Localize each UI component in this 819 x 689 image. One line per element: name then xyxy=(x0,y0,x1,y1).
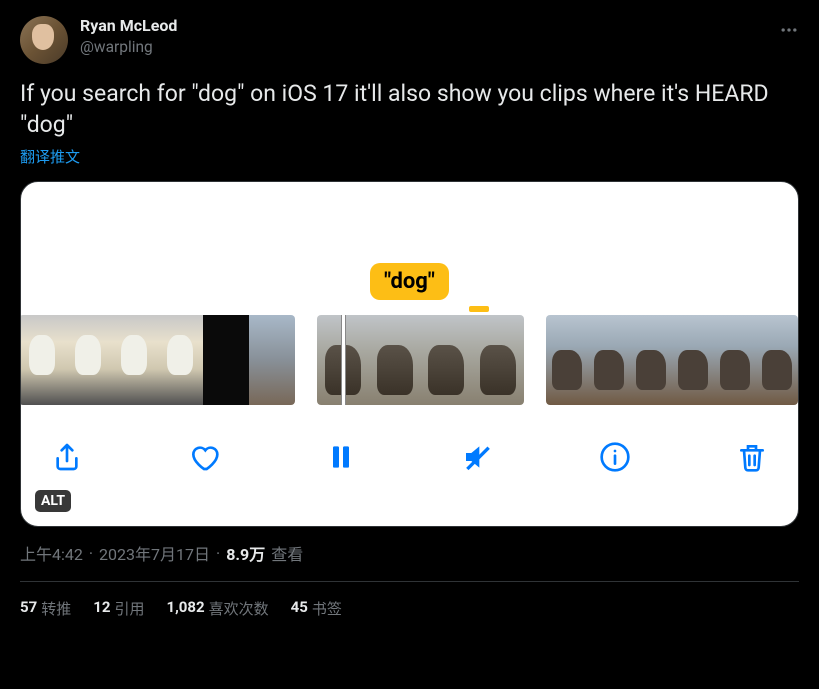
separator-dot: · xyxy=(89,544,93,563)
clip-group-1[interactable] xyxy=(20,315,295,405)
views-label: 查看 xyxy=(271,541,303,565)
share-icon[interactable] xyxy=(51,441,83,473)
alt-badge[interactable]: ALT xyxy=(35,490,71,512)
clip-frame xyxy=(203,315,249,405)
more-options-icon[interactable] xyxy=(779,16,799,44)
playhead[interactable] xyxy=(341,315,346,405)
tweet-text: If you search for "dog" on iOS 17 it'll … xyxy=(20,78,799,140)
quotes-count: 12 xyxy=(93,598,110,619)
clip-frame xyxy=(20,315,65,405)
meta-row: 上午4:42 · 2023年7月17日 · 8.9万 查看 xyxy=(20,541,799,565)
clip-group-3[interactable] xyxy=(546,315,798,405)
clip-frame xyxy=(249,315,295,405)
post-date[interactable]: 2023年7月17日 xyxy=(99,541,210,565)
views-count: 8.9万 xyxy=(226,541,265,565)
clip-frame xyxy=(420,315,472,405)
media-top-whitespace: "dog" xyxy=(21,182,798,312)
tweet-header: Ryan McLeod @warpling xyxy=(20,16,799,64)
translate-link[interactable]: 翻译推文 xyxy=(20,146,80,167)
post-time[interactable]: 上午4:42 xyxy=(20,541,83,565)
likes-count: 1,082 xyxy=(166,598,204,619)
mute-icon[interactable] xyxy=(462,441,494,473)
clip-frame xyxy=(157,315,203,405)
author-name-block[interactable]: Ryan McLeod @warpling xyxy=(80,16,767,57)
likes-stat[interactable]: 1,082 喜欢次数 xyxy=(166,598,268,619)
bookmarks-count: 45 xyxy=(291,598,308,619)
clip-group-2[interactable] xyxy=(317,315,525,405)
video-timeline[interactable] xyxy=(21,312,798,407)
media-card[interactable]: "dog" xyxy=(20,181,799,527)
likes-label: 喜欢次数 xyxy=(209,598,269,619)
keyword-marker xyxy=(469,306,489,312)
bookmarks-stat[interactable]: 45 书签 xyxy=(291,598,342,619)
quotes-stat[interactable]: 12 引用 xyxy=(93,598,144,619)
author-display-name: Ryan McLeod xyxy=(80,16,767,37)
clip-frame xyxy=(756,315,798,405)
clip-frame xyxy=(672,315,714,405)
retweets-count: 57 xyxy=(20,598,37,619)
avatar[interactable] xyxy=(20,16,68,64)
media-toolbar xyxy=(21,407,798,507)
clip-frame xyxy=(111,315,157,405)
pause-icon[interactable] xyxy=(325,441,357,473)
author-handle: @warpling xyxy=(80,37,767,57)
trash-icon[interactable] xyxy=(736,441,768,473)
clip-frame xyxy=(65,315,111,405)
clip-frame xyxy=(369,315,421,405)
clip-frame xyxy=(714,315,756,405)
clip-frame xyxy=(588,315,630,405)
info-icon[interactable] xyxy=(599,441,631,473)
clip-frame xyxy=(472,315,524,405)
bookmarks-label: 书签 xyxy=(312,598,342,619)
retweets-label: 转推 xyxy=(41,598,71,619)
clip-frame xyxy=(630,315,672,405)
clip-frame xyxy=(546,315,588,405)
stats-row: 57 转推 12 引用 1,082 喜欢次数 45 书签 xyxy=(20,582,799,619)
separator-dot: · xyxy=(216,544,220,563)
heart-icon[interactable] xyxy=(188,441,220,473)
quotes-label: 引用 xyxy=(114,598,144,619)
retweets-stat[interactable]: 57 转推 xyxy=(20,598,71,619)
tweet-container: Ryan McLeod @warpling If you search for … xyxy=(0,0,819,635)
keyword-bubble: "dog" xyxy=(370,263,449,300)
